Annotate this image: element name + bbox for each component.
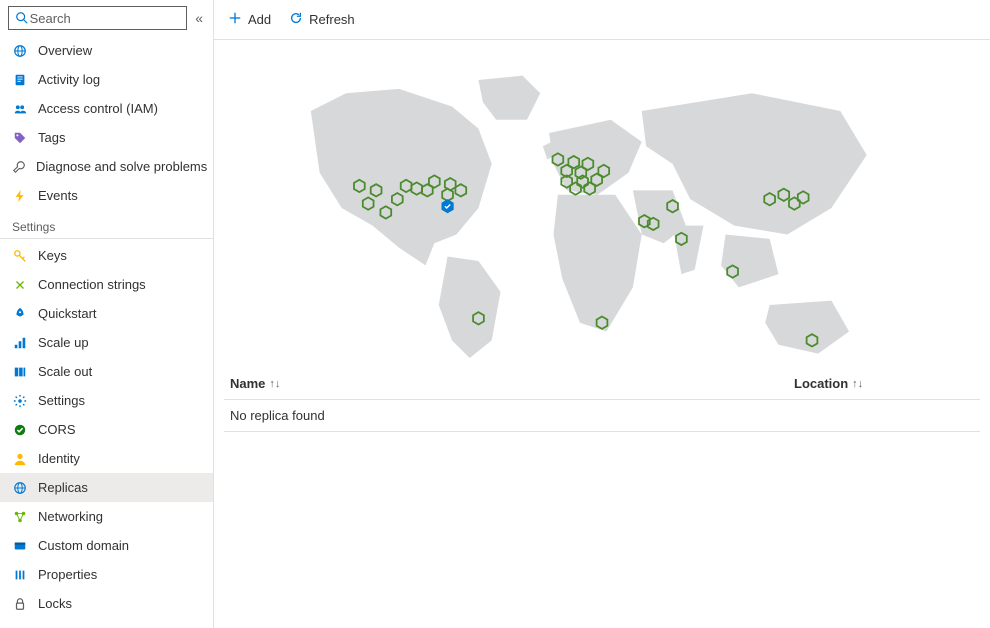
sidebar-item-access-control-iam-[interactable]: Access control (IAM) — [0, 94, 213, 123]
scale-up-icon — [12, 335, 28, 351]
sidebar-item-label: Access control (IAM) — [38, 101, 158, 116]
sidebar-item-label: Locks — [38, 596, 72, 611]
sidebar-search-row: « — [0, 0, 213, 36]
sidebar-item-label: Custom domain — [38, 538, 129, 553]
sidebar-item-keys[interactable]: Keys — [0, 241, 213, 270]
sidebar-item-label: Scale up — [38, 335, 89, 350]
search-box[interactable] — [8, 6, 187, 30]
settings-section-header: Settings — [0, 210, 213, 239]
sidebar-item-label: Overview — [38, 43, 92, 58]
sidebar-item-label: Diagnose and solve problems — [36, 159, 207, 174]
column-location[interactable]: Location ↑↓ — [794, 376, 974, 391]
world-map[interactable] — [224, 58, 980, 358]
add-button[interactable]: Add — [228, 11, 271, 28]
identity-icon — [12, 451, 28, 467]
wrench-icon — [12, 159, 26, 175]
sidebar-item-connection-strings[interactable]: Connection strings — [0, 270, 213, 299]
lock-icon — [12, 596, 28, 612]
sidebar: « Overview Activity log Access control (IA… — [0, 0, 214, 628]
toolbar: Add Refresh — [214, 0, 990, 40]
sidebar-item-label: Quickstart — [38, 306, 97, 321]
sidebar-item-label: Activity log — [38, 72, 100, 87]
networking-icon — [12, 509, 28, 525]
sidebar-item-label: Properties — [38, 567, 97, 582]
lightning-icon — [12, 188, 28, 204]
replica-icon — [12, 480, 28, 496]
refresh-button[interactable]: Refresh — [289, 11, 355, 28]
search-input[interactable] — [30, 11, 181, 26]
sidebar-item-label: Events — [38, 188, 78, 203]
sort-icon: ↑↓ — [852, 378, 863, 390]
connection-icon — [12, 277, 28, 293]
globe-icon — [12, 43, 28, 59]
sidebar-item-settings[interactable]: Settings — [0, 386, 213, 415]
log-icon — [12, 72, 28, 88]
scale-out-icon — [12, 364, 28, 380]
sidebar-item-diagnose-and-solve-problems[interactable]: Diagnose and solve problems — [0, 152, 213, 181]
plus-icon — [228, 11, 242, 28]
sidebar-item-label: Networking — [38, 509, 103, 524]
sidebar-item-identity[interactable]: Identity — [0, 444, 213, 473]
key-icon — [12, 248, 28, 264]
column-name-label: Name — [230, 376, 265, 391]
collapse-sidebar-button[interactable]: « — [193, 8, 205, 28]
refresh-label: Refresh — [309, 12, 355, 27]
sidebar-item-scale-up[interactable]: Scale up — [0, 328, 213, 357]
sidebar-item-label: Settings — [38, 393, 85, 408]
add-label: Add — [248, 12, 271, 27]
empty-row: No replica found — [224, 400, 980, 432]
sidebar-item-locks[interactable]: Locks — [0, 589, 213, 618]
cors-icon — [12, 422, 28, 438]
sidebar-item-networking[interactable]: Networking — [0, 502, 213, 531]
rocket-icon — [12, 306, 28, 322]
search-icon — [15, 10, 30, 26]
sidebar-item-label: Scale out — [38, 364, 92, 379]
sidebar-item-label: Replicas — [38, 480, 88, 495]
properties-icon — [12, 567, 28, 583]
sidebar-item-quickstart[interactable]: Quickstart — [0, 299, 213, 328]
sidebar-item-label: CORS — [38, 422, 76, 437]
content: Name ↑↓ Location ↑↓ No replica found — [214, 40, 990, 628]
sidebar-item-scale-out[interactable]: Scale out — [0, 357, 213, 386]
sidebar-item-label: Keys — [38, 248, 67, 263]
sidebar-item-cors[interactable]: CORS — [0, 415, 213, 444]
sidebar-item-custom-domain[interactable]: Custom domain — [0, 531, 213, 560]
sidebar-item-properties[interactable]: Properties — [0, 560, 213, 589]
tag-icon — [12, 130, 28, 146]
sidebar-item-label: Connection strings — [38, 277, 146, 292]
sidebar-item-label: Identity — [38, 451, 80, 466]
sidebar-scroll[interactable]: Overview Activity log Access control (IAM)… — [0, 36, 213, 628]
sidebar-item-activity-log[interactable]: Activity log — [0, 65, 213, 94]
sidebar-item-label: Tags — [38, 130, 65, 145]
people-icon — [12, 101, 28, 117]
replicas-table: Name ↑↓ Location ↑↓ No replica found — [224, 368, 980, 432]
column-location-label: Location — [794, 376, 848, 391]
sidebar-item-replicas[interactable]: Replicas — [0, 473, 213, 502]
main: Add Refresh — [214, 0, 990, 628]
sidebar-item-tags[interactable]: Tags — [0, 123, 213, 152]
sidebar-item-overview[interactable]: Overview — [0, 36, 213, 65]
gear-icon — [12, 393, 28, 409]
table-header: Name ↑↓ Location ↑↓ — [224, 368, 980, 400]
domain-icon — [12, 538, 28, 554]
refresh-icon — [289, 11, 303, 28]
sort-icon: ↑↓ — [269, 378, 280, 390]
column-name[interactable]: Name ↑↓ — [230, 376, 794, 391]
sidebar-item-events[interactable]: Events — [0, 181, 213, 210]
